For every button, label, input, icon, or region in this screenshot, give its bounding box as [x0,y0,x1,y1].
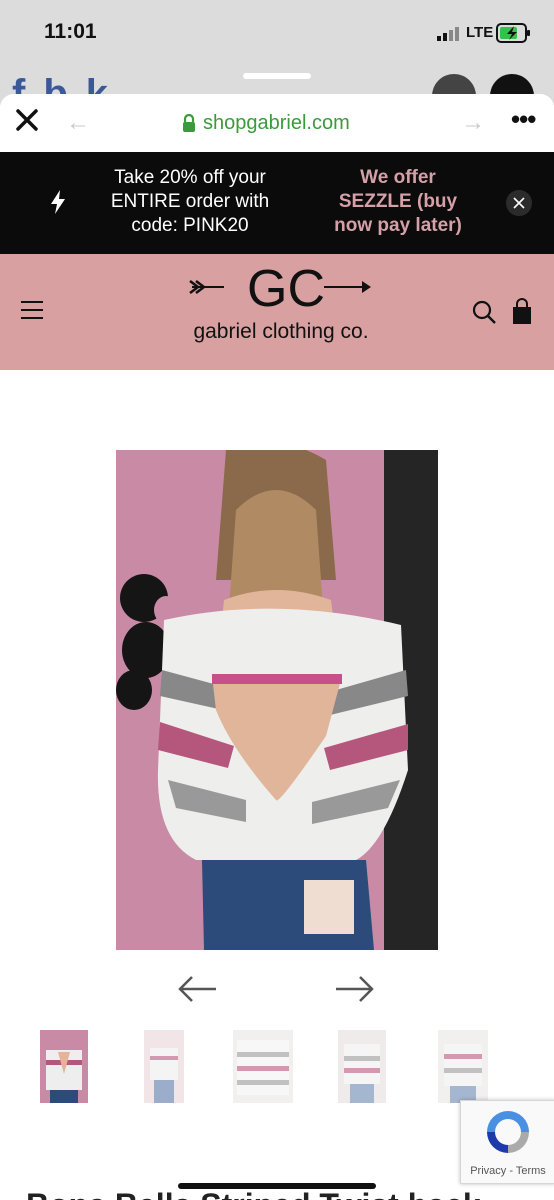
promo-banner: Take 20% off your ENTIRE order with code… [0,152,554,254]
brand-name: gabriel clothing co. [193,320,368,343]
gallery-next-arrow-icon[interactable] [334,974,376,1004]
browser-sheet: ← shopgabriel.com → ••• Take 20% off you… [0,94,554,1200]
forward-arrow-icon[interactable]: → [461,109,485,137]
recaptcha-badge[interactable]: Privacy - Terms [460,1100,554,1184]
back-arrow-icon[interactable]: ← [66,109,90,137]
recaptcha-links: Privacy - Terms [461,1165,554,1177]
signal-icon [437,27,459,41]
arrow-left-icon [189,280,224,294]
network-type: LTE [466,24,494,41]
thumbnail-3[interactable] [233,1030,293,1103]
recaptcha-separator: - [506,1165,516,1177]
arrow-right-icon [324,281,371,293]
browser-toolbar: ← shopgabriel.com → ••• [0,94,554,152]
recaptcha-terms-link[interactable]: Terms [516,1165,546,1177]
thumbnail-4[interactable] [338,1030,386,1103]
recaptcha-logo-icon [487,1111,529,1153]
promo-message: Take 20% off your ENTIRE order with code… [110,167,270,236]
thumbnail-1[interactable] [40,1030,88,1103]
cart-bag-icon[interactable] [511,298,533,324]
thumbnail-5[interactable] [438,1030,488,1103]
url-text[interactable]: shopgabriel.com [203,112,350,135]
site-header: GC gabriel clothing co. [0,254,554,370]
sheet-grabber[interactable] [243,73,311,79]
close-icon[interactable] [14,107,40,133]
lock-icon [183,114,195,132]
recaptcha-privacy-link[interactable]: Privacy [470,1165,506,1177]
lightning-icon [51,190,65,214]
home-indicator[interactable] [178,1183,376,1189]
gallery-prev-arrow-icon[interactable] [176,974,218,1004]
sezzle-message[interactable]: We offer SEZZLE (buy now pay later) [322,166,474,238]
battery-icon [496,23,530,43]
search-icon[interactable] [472,300,496,324]
status-time: 11:01 [44,20,97,43]
status-bar: 11:01 LTE [0,0,554,66]
hamburger-menu-icon[interactable] [21,300,43,320]
more-icon[interactable]: ••• [511,104,536,135]
product-image[interactable] [116,450,438,950]
brand-monogram: GC [247,262,325,318]
close-banner-icon[interactable] [506,190,532,216]
thumbnail-2[interactable] [144,1030,184,1103]
brand-logo[interactable]: GC gabriel clothing co. [186,262,386,344]
